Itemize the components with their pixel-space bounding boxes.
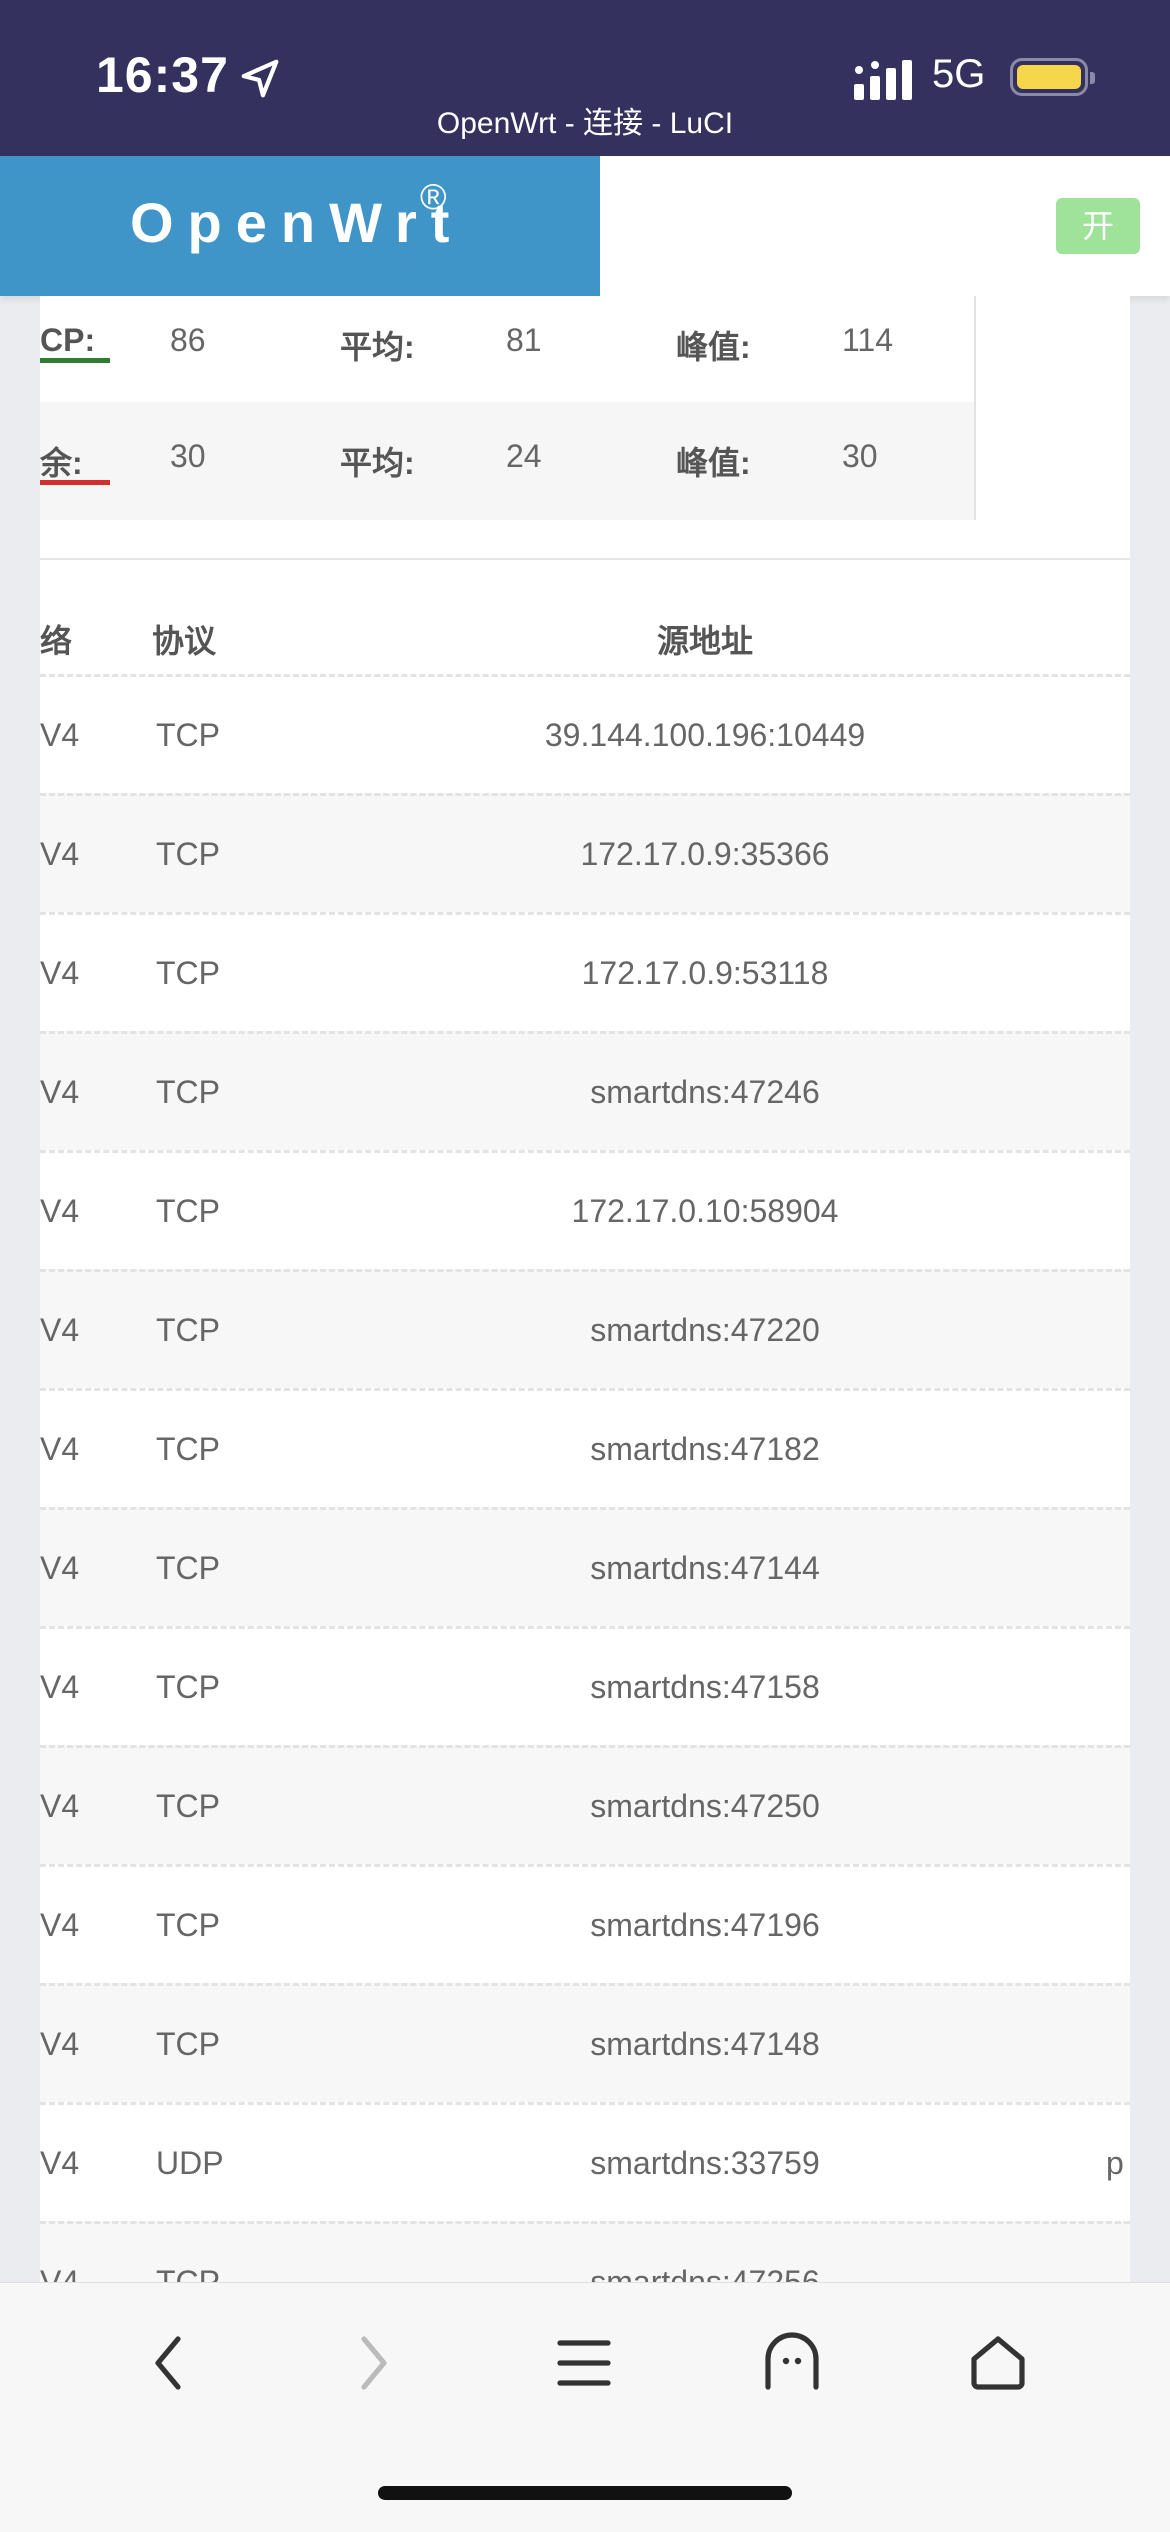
table-row[interactable]: V4 TCP smartdns:47250 bbox=[40, 1745, 1130, 1864]
cell-network: V4 bbox=[40, 1669, 80, 1705]
stat-underline bbox=[40, 358, 110, 363]
cell-network: V4 bbox=[40, 717, 80, 753]
main-content: CP: 86 平均: 81 峰值: 114 余: 30 平均: 24 峰值: 3… bbox=[40, 296, 1130, 2286]
cell-source: smartdns:47158 bbox=[590, 1669, 820, 1705]
page-title: OpenWrt - 连接 - LuCI bbox=[436, 107, 734, 140]
cell-network: V4 bbox=[40, 836, 80, 872]
cell-protocol: TCP bbox=[156, 1788, 220, 1824]
stat-avg-value: 81 bbox=[506, 322, 542, 358]
cell-source: smartdns:33759 bbox=[590, 2145, 820, 2181]
table-row[interactable]: V4 TCP 172.17.0.9:53118 bbox=[40, 912, 1130, 1031]
cell-source: smartdns:47220 bbox=[590, 1312, 820, 1348]
tabs-icon bbox=[765, 2332, 819, 2390]
cell-protocol: TCP bbox=[156, 717, 220, 753]
cell-network: V4 bbox=[40, 2026, 80, 2062]
stat-label: CP: bbox=[40, 322, 96, 358]
stat-label: 余: bbox=[40, 445, 83, 481]
cell-source: smartdns:47196 bbox=[590, 1907, 820, 1943]
stat-peak-value: 114 bbox=[842, 322, 894, 358]
cell-source: 172.17.0.9:53118 bbox=[581, 955, 829, 991]
table-row[interactable]: V4 TCP 172.17.0.10:58904 bbox=[40, 1150, 1130, 1269]
stat-row-remaining: 余: 30 平均: 24 峰值: 30 bbox=[40, 402, 974, 520]
status-time: 16:37 bbox=[96, 47, 229, 103]
cell-protocol: TCP bbox=[156, 1907, 220, 1943]
network-type: 5G bbox=[932, 52, 986, 96]
cell-source: smartdns:47182 bbox=[590, 1431, 820, 1467]
table-row[interactable]: V4 TCP 39.144.100.196:10449 bbox=[40, 674, 1130, 793]
app-header: OpenWrt ® 开 bbox=[0, 156, 1170, 296]
table-row[interactable]: V4 TCP smartdns:47182 bbox=[40, 1388, 1130, 1507]
stat-avg-label: 平均: bbox=[340, 329, 415, 365]
toggle-button[interactable]: 开 bbox=[1056, 198, 1140, 254]
cell-protocol: TCP bbox=[156, 1193, 220, 1229]
section-divider bbox=[40, 558, 1130, 560]
back-icon bbox=[155, 2336, 181, 2390]
forward-icon bbox=[361, 2336, 387, 2390]
stats-box: CP: 86 平均: 81 峰值: 114 余: 30 平均: 24 峰值: 3… bbox=[40, 296, 976, 520]
cell-network: V4 bbox=[40, 1907, 80, 1943]
cell-protocol: TCP bbox=[156, 1431, 220, 1467]
cell-source: smartdns:47246 bbox=[590, 1074, 820, 1110]
cell-network: V4 bbox=[40, 2145, 80, 2181]
header-source: 源地址 bbox=[656, 623, 753, 659]
table-row[interactable]: V4 TCP smartdns:47158 bbox=[40, 1626, 1130, 1745]
cell-network: V4 bbox=[40, 955, 80, 991]
cell-network: V4 bbox=[40, 1550, 80, 1586]
stat-peak-label: 峰值: bbox=[676, 445, 751, 481]
cell-source: smartdns:47148 bbox=[590, 2026, 820, 2062]
signal-icon bbox=[854, 60, 912, 100]
cell-network: V4 bbox=[40, 1312, 80, 1348]
cell-network: V4 bbox=[40, 1193, 80, 1229]
home-button[interactable] bbox=[958, 2323, 1038, 2403]
header-protocol: 协议 bbox=[152, 623, 217, 659]
cell-protocol: TCP bbox=[156, 1074, 220, 1110]
home-indicator bbox=[378, 2486, 792, 2500]
home-icon bbox=[971, 2336, 1025, 2390]
cell-protocol: TCP bbox=[156, 1669, 220, 1705]
cell-source: 172.17.0.9:35366 bbox=[580, 836, 830, 872]
cell-protocol: TCP bbox=[156, 2026, 220, 2062]
status-bar: 16:37 5G OpenWrt - 连接 - LuCI bbox=[0, 0, 1170, 156]
stat-value: 30 bbox=[170, 438, 206, 474]
back-button[interactable] bbox=[128, 2323, 208, 2403]
cell-protocol: UDP bbox=[156, 2145, 224, 2181]
table-row[interactable]: V4 TCP smartdns:47148 bbox=[40, 1983, 1130, 2102]
cell-protocol: TCP bbox=[156, 955, 220, 991]
forward-button[interactable] bbox=[334, 2323, 414, 2403]
registered-mark: ® bbox=[420, 176, 447, 217]
cell-protocol: TCP bbox=[156, 1550, 220, 1586]
stat-row-tcp: CP: 86 平均: 81 峰值: 114 bbox=[40, 296, 974, 414]
stat-peak-value: 30 bbox=[842, 438, 878, 474]
table-row[interactable]: V4 TCP smartdns:47256 bbox=[40, 2221, 1130, 2286]
brand-logo[interactable]: OpenWrt ® bbox=[0, 156, 600, 296]
table-row[interactable]: V4 TCP 172.17.0.9:35366 bbox=[40, 793, 1130, 912]
cell-protocol: TCP bbox=[156, 1312, 220, 1348]
stat-avg-value: 24 bbox=[506, 438, 542, 474]
cell-network: V4 bbox=[40, 1431, 80, 1467]
cell-source: smartdns:47250 bbox=[590, 1788, 820, 1824]
brand-name: OpenWrt bbox=[130, 191, 464, 254]
tabs-button[interactable] bbox=[752, 2323, 832, 2403]
stat-underline bbox=[40, 480, 110, 485]
cell-source: 172.17.0.10:58904 bbox=[571, 1193, 839, 1229]
table-row[interactable]: V4 TCP smartdns:47246 bbox=[40, 1031, 1130, 1150]
cell-protocol: TCP bbox=[156, 836, 220, 872]
menu-button[interactable] bbox=[544, 2323, 624, 2403]
stat-avg-label: 平均: bbox=[340, 445, 415, 481]
location-arrow-icon bbox=[241, 59, 279, 98]
table-row[interactable]: V4 TCP smartdns:47196 bbox=[40, 1864, 1130, 1983]
cell-source: 39.144.100.196:10449 bbox=[544, 717, 866, 753]
header-network: 络 bbox=[40, 623, 73, 659]
cell-network: V4 bbox=[40, 1788, 80, 1824]
cell-extra: p bbox=[1106, 2145, 1124, 2181]
cell-network: V4 bbox=[40, 1074, 80, 1110]
battery-icon bbox=[1010, 58, 1095, 96]
table-row[interactable]: V4 UDP smartdns:33759 p bbox=[40, 2102, 1130, 2221]
cell-source: smartdns:47144 bbox=[590, 1550, 820, 1586]
menu-icon bbox=[557, 2340, 611, 2386]
stat-peak-label: 峰值: bbox=[676, 329, 751, 365]
table-row[interactable]: V4 TCP smartdns:47144 bbox=[40, 1507, 1130, 1626]
stat-value: 86 bbox=[170, 322, 206, 358]
table-row[interactable]: V4 TCP smartdns:47220 bbox=[40, 1269, 1130, 1388]
